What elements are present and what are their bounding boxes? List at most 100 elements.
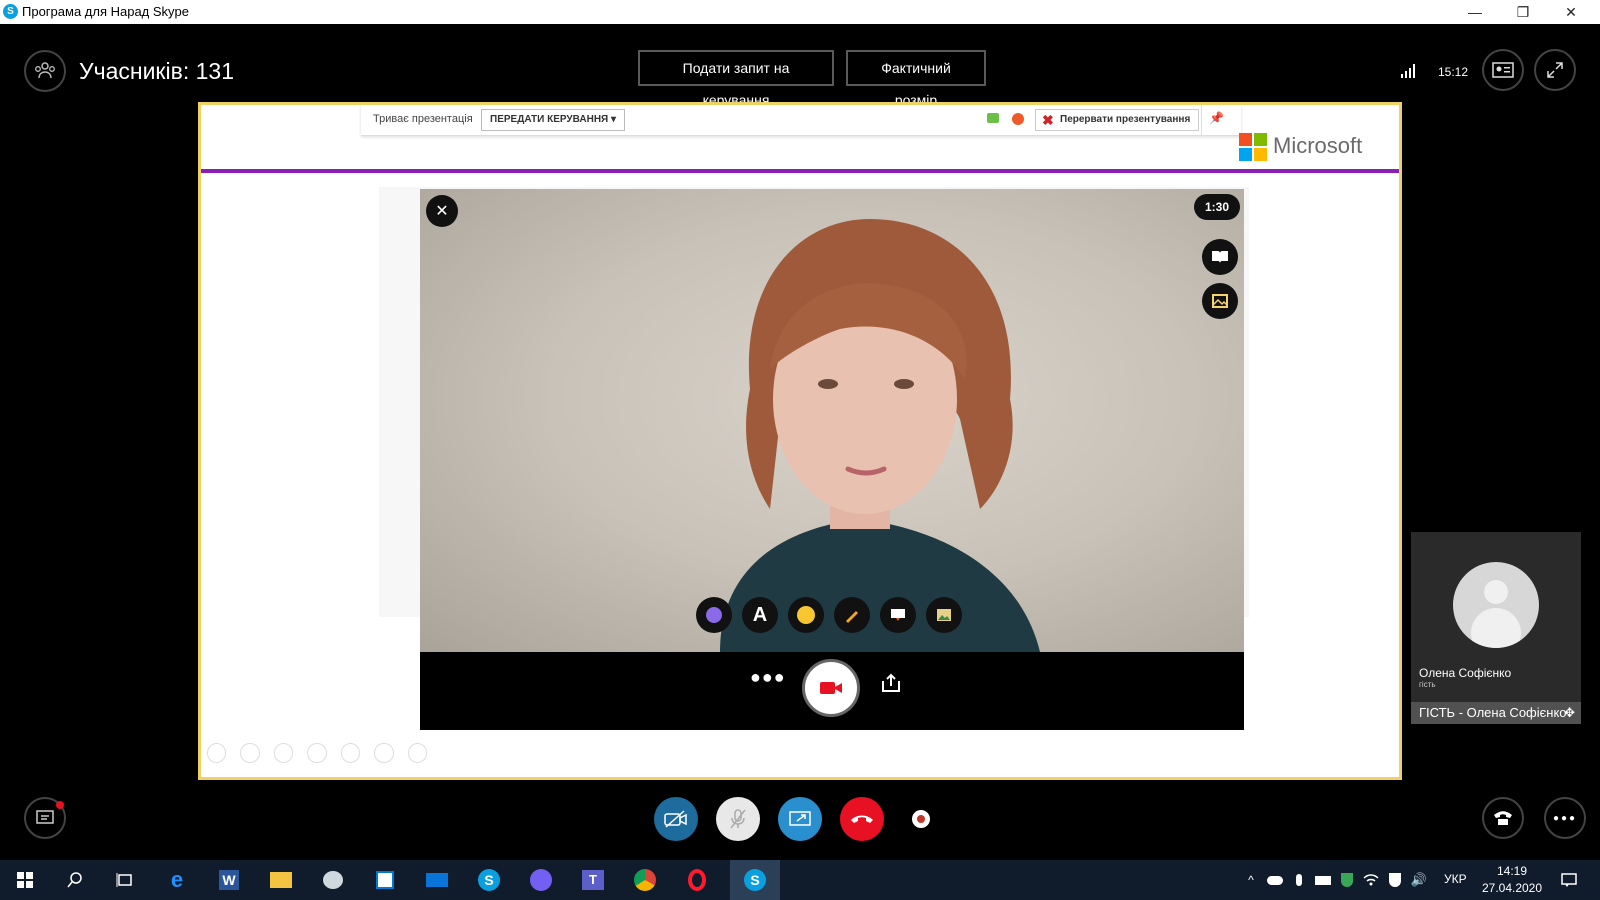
draw-button[interactable]: [834, 597, 870, 633]
give-control-dropdown[interactable]: ПЕРЕДАТИ КЕРУВАННЯ ▾: [481, 109, 626, 131]
taskbar-time[interactable]: 14:19: [1482, 864, 1542, 878]
viber-icon[interactable]: [528, 868, 554, 892]
more-options-button[interactable]: ●●●: [1544, 797, 1586, 839]
zoom-icon[interactable]: [340, 743, 361, 763]
stop-presenting-label: Перервати презентування: [1060, 114, 1191, 125]
expand-icon: [1547, 62, 1563, 78]
phone-hangup-icon: [851, 815, 873, 823]
paint-icon[interactable]: [320, 868, 346, 892]
volume-icon[interactable]: 🔊: [1406, 868, 1432, 892]
notifications-icon[interactable]: [1556, 868, 1582, 892]
monitor-share-icon: [789, 811, 811, 826]
pen-icon[interactable]: [273, 743, 294, 763]
skype-meetings-taskbar-icon[interactable]: S: [730, 860, 780, 900]
tray-chevron-up-icon[interactable]: ^: [1238, 868, 1264, 892]
participant-label: ГІСТЬ - Олена Софієнко: [1419, 705, 1567, 720]
layout-button[interactable]: [1482, 49, 1524, 91]
stop-presenting-button[interactable]: ✖ Перервати презентування: [1035, 109, 1200, 131]
meeting-clock: 15:12: [1438, 65, 1469, 79]
edge-icon[interactable]: e: [164, 867, 190, 892]
search-icon[interactable]: [62, 868, 88, 892]
chat-button[interactable]: [24, 797, 66, 839]
chat-icon[interactable]: [987, 113, 999, 123]
prev-slide-icon[interactable]: [207, 743, 227, 763]
fullscreen-button[interactable]: [1534, 49, 1576, 91]
effects-button[interactable]: [696, 597, 732, 633]
next-slide-icon[interactable]: [240, 743, 260, 763]
window-title: Програма для Нарад Skype: [22, 4, 190, 19]
notification-badge: [56, 801, 64, 809]
skype-taskbar-icon[interactable]: S: [476, 868, 502, 892]
close-window-button[interactable]: ✕: [1548, 0, 1594, 24]
avatar: [1453, 562, 1539, 648]
teams-icon[interactable]: T: [580, 868, 606, 892]
toolbar-divider: [1201, 105, 1202, 135]
video-timer: 1:30: [1194, 194, 1240, 220]
opera-icon[interactable]: [684, 868, 710, 892]
camera-image: [720, 219, 1040, 652]
camera-toggle-button[interactable]: [654, 797, 698, 841]
ellipsis-icon: ●●●: [1552, 812, 1578, 824]
skype-logo-icon: S: [3, 4, 18, 19]
recording-indicator-icon: [1012, 113, 1024, 125]
share-button[interactable]: [880, 673, 902, 698]
more-icon[interactable]: [407, 743, 427, 763]
language-indicator[interactable]: УКР: [1444, 872, 1467, 886]
task-view-icon[interactable]: [112, 868, 138, 892]
video-call-window: ✕ 1:30 A ●●●: [420, 189, 1244, 730]
photo-icon: [937, 609, 951, 621]
move-icon[interactable]: ✥: [1564, 702, 1575, 724]
dialpad-button[interactable]: [1482, 797, 1524, 839]
people-icon: [35, 62, 55, 79]
notes-icon[interactable]: [374, 743, 394, 763]
start-icon[interactable]: [12, 868, 38, 892]
cloud-icon[interactable]: [1262, 868, 1288, 892]
microphone-tray-icon[interactable]: [1286, 868, 1312, 892]
close-icon: ✖: [1042, 112, 1054, 128]
record-button[interactable]: [912, 810, 930, 828]
book-icon: [1212, 251, 1228, 263]
security-shield-icon[interactable]: [1382, 868, 1408, 892]
close-icon: ✕: [435, 203, 449, 220]
book-button[interactable]: [1202, 239, 1238, 275]
file-explorer-icon[interactable]: [268, 868, 294, 892]
microsoft-logo: [1239, 133, 1267, 166]
close-video-button[interactable]: ✕: [426, 195, 458, 227]
restore-button[interactable]: ❐: [1500, 0, 1546, 24]
signal-strength-icon: [1400, 62, 1418, 83]
record-dot-icon: [917, 815, 925, 823]
microphone-off-icon: [730, 809, 746, 829]
mail-icon[interactable]: [424, 868, 450, 892]
phone-icon: [1494, 811, 1512, 825]
shield-icon[interactable]: [1334, 868, 1360, 892]
chevron-down-icon: ▾: [611, 114, 617, 125]
text-button[interactable]: A: [742, 597, 778, 633]
taskbar: e W S T S ^ 🔊 УКР 14:19 27.04.2020: [0, 860, 1600, 900]
smiley-icon: [797, 606, 815, 624]
participant-label-bar[interactable]: ГІСТЬ - Олена Софієнко ✥: [1411, 702, 1581, 724]
minimize-button[interactable]: —: [1452, 0, 1498, 24]
thumbnails-icon[interactable]: [307, 743, 327, 763]
sticker-button[interactable]: [1202, 283, 1238, 319]
battery-icon[interactable]: [1310, 868, 1336, 892]
taskbar-date[interactable]: 27.04.2020: [1478, 881, 1546, 895]
emoji-button[interactable]: [788, 597, 824, 633]
store-icon[interactable]: [372, 868, 398, 892]
more-options-icon[interactable]: ●●●: [750, 667, 786, 688]
chrome-icon[interactable]: [632, 868, 658, 892]
participant-tile[interactable]: Олена Софієнко гість: [1411, 532, 1581, 702]
actual-size-button[interactable]: Фактичний розмір: [846, 50, 986, 108]
mute-button[interactable]: [716, 797, 760, 841]
share-screen-button[interactable]: [778, 797, 822, 841]
hang-up-button[interactable]: [840, 797, 884, 841]
participant-name: Олена Софієнко: [1419, 666, 1512, 680]
photo-button[interactable]: [926, 597, 962, 633]
word-icon[interactable]: W: [216, 868, 242, 892]
record-video-button[interactable]: [802, 659, 860, 717]
caption-button[interactable]: [880, 597, 916, 633]
request-control-button[interactable]: Подати запит на керування: [638, 50, 834, 108]
wifi-icon[interactable]: [1358, 868, 1384, 892]
pin-icon[interactable]: 📌: [1209, 111, 1224, 125]
participants-button[interactable]: [24, 50, 66, 92]
share-icon: [882, 673, 900, 692]
